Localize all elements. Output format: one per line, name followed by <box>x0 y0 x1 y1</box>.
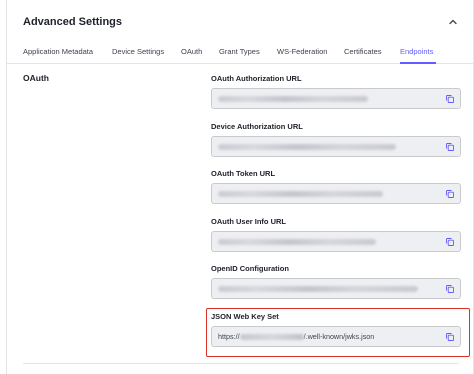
json-web-key-set-field[interactable]: https:///.well-known/jwks.json <box>211 326 461 347</box>
oauth-authorization-url-field[interactable] <box>211 88 461 109</box>
tab-bar: Application Metadata Device Settings OAu… <box>7 42 473 64</box>
field-label-oauth-authorization-url: OAuth Authorization URL <box>211 74 302 83</box>
field-label-openid-configuration: OpenID Configuration <box>211 264 289 273</box>
field-label-json-web-key-set: JSON Web Key Set <box>211 312 279 321</box>
redacted-value <box>218 144 396 150</box>
redacted-value <box>218 96 368 102</box>
panel-title: Advanced Settings <box>23 16 123 28</box>
copy-icon[interactable] <box>445 94 455 104</box>
tab-application-metadata[interactable]: Application Metadata <box>23 47 93 56</box>
tab-ws-federation[interactable]: WS-Federation <box>277 47 327 56</box>
field-label-oauth-user-info-url: OAuth User Info URL <box>211 217 286 226</box>
oauth-token-url-field[interactable] <box>211 183 461 204</box>
section-label-oauth: OAuth <box>23 73 49 83</box>
redacted-value <box>218 286 418 292</box>
copy-icon[interactable] <box>445 237 455 247</box>
tab-endpoints[interactable]: Endpoints <box>400 47 433 56</box>
tab-device-settings[interactable]: Device Settings <box>112 47 164 56</box>
redacted-value <box>218 191 383 197</box>
copy-icon[interactable] <box>445 189 455 199</box>
active-tab-indicator <box>400 62 436 64</box>
oauth-user-info-url-field[interactable] <box>211 231 461 252</box>
copy-icon[interactable] <box>445 142 455 152</box>
device-authorization-url-field[interactable] <box>211 136 461 157</box>
redacted-value <box>218 239 376 245</box>
field-label-oauth-token-url: OAuth Token URL <box>211 169 276 178</box>
chevron-up-icon[interactable] <box>447 16 459 28</box>
advanced-settings-panel: Advanced Settings Application Metadata D… <box>6 0 474 374</box>
tab-oauth[interactable]: OAuth <box>181 47 202 56</box>
openid-configuration-field[interactable] <box>211 278 461 299</box>
json-web-key-set-value: https:///.well-known/jwks.json <box>218 332 375 341</box>
tab-certificates[interactable]: Certificates <box>344 47 382 56</box>
bottom-divider <box>23 363 459 364</box>
redacted-value <box>239 334 304 341</box>
copy-icon[interactable] <box>445 284 455 294</box>
tab-grant-types[interactable]: Grant Types <box>219 47 260 56</box>
field-label-device-authorization-url: Device Authorization URL <box>211 122 303 131</box>
panel-header[interactable]: Advanced Settings <box>7 0 473 42</box>
copy-icon[interactable] <box>445 332 455 342</box>
